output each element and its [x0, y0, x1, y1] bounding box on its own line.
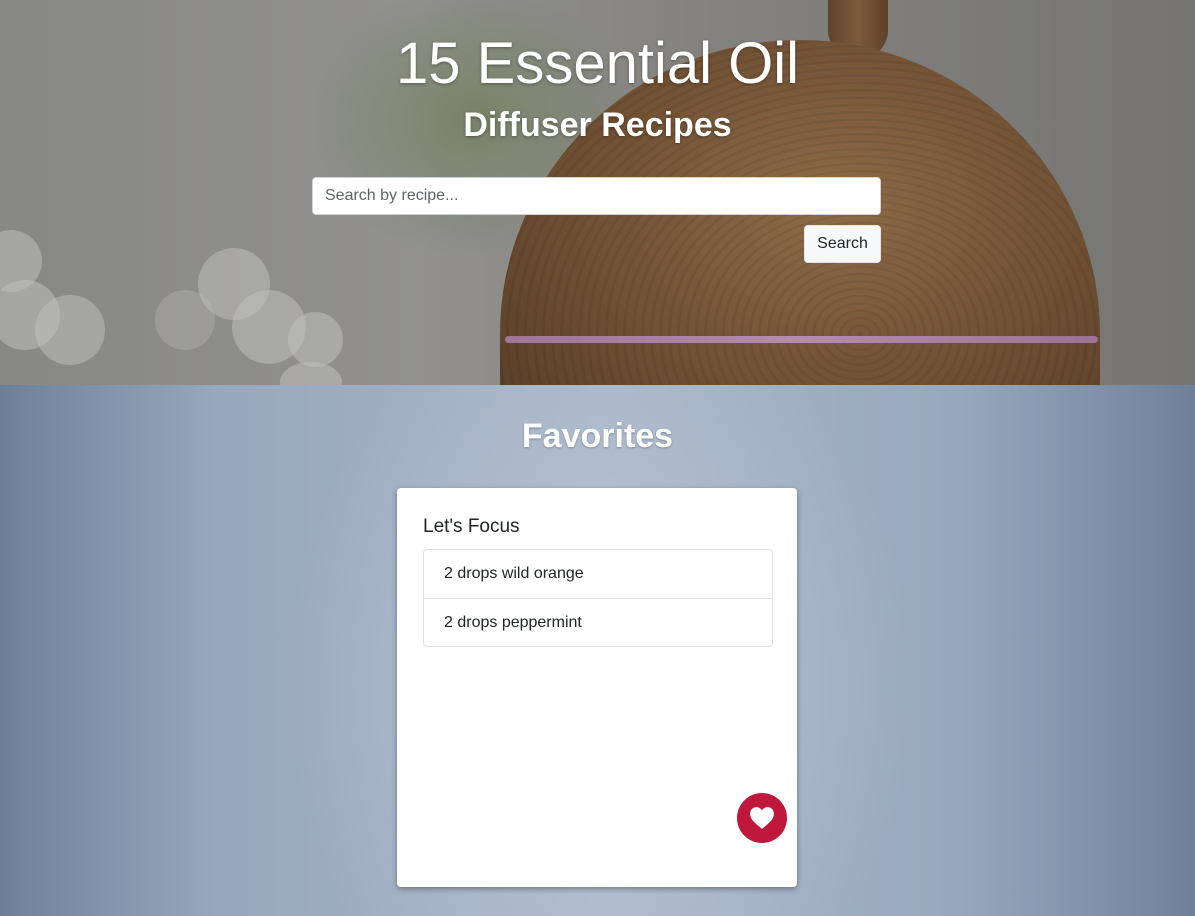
favorites-heading: Favorites — [521, 417, 674, 455]
hero-banner: 15 Essential Oil Diffuser Recipes Search — [0, 0, 1195, 385]
ingredient-list: 2 drops wild orange 2 drops peppermint — [423, 549, 773, 647]
recipe-title: Let's Focus — [423, 516, 520, 537]
ingredient-item: 2 drops wild orange — [444, 565, 584, 582]
search-input[interactable] — [312, 177, 881, 215]
favorites-section: Favorites Let's Focus 2 drops wild orang… — [0, 385, 1195, 916]
ingredient-item: 2 drops peppermint — [424, 598, 772, 646]
recipe-card: Let's Focus 2 drops wild orange 2 drops … — [397, 488, 797, 887]
favorite-button[interactable] — [737, 793, 787, 843]
page-subtitle: Diffuser Recipes — [463, 106, 732, 144]
heart-icon — [750, 807, 774, 829]
page-title: 15 Essential Oil — [396, 31, 799, 96]
search-button[interactable]: Search — [804, 225, 881, 263]
